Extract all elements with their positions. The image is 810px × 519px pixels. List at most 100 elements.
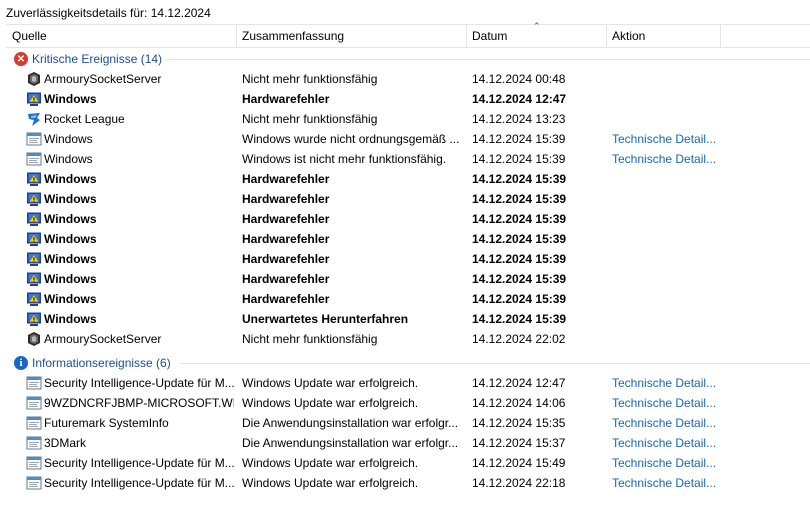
row-date: 14.12.2024 15:49	[472, 456, 566, 470]
table-row[interactable]: Windows Hardwarefehler 14.12.2024 15:39	[0, 169, 810, 189]
column-header-summary[interactable]: Zusammenfassung	[236, 25, 466, 47]
row-source: Rocket League	[44, 112, 125, 126]
row-source: Windows	[44, 272, 97, 286]
windows-warning-monitor-icon	[26, 251, 42, 267]
windows-warning-monitor-icon	[26, 231, 42, 247]
row-source: Windows	[44, 152, 93, 166]
table-row[interactable]: 9WZDNCRFJBMP-MICROSOFT.WI... Windows Upda…	[0, 393, 810, 413]
row-source: Windows	[44, 232, 97, 246]
window-app-icon	[26, 475, 42, 491]
table-row[interactable]: Windows Hardwarefehler 14.12.2024 15:39	[0, 189, 810, 209]
windows-warning-monitor-icon	[26, 191, 42, 207]
table-row[interactable]: 3DMark Die Anwendungsinstallation war erf…	[0, 433, 810, 453]
column-header-source[interactable]: Quelle	[6, 25, 236, 47]
row-source: Windows	[44, 172, 97, 186]
table-row[interactable]: ArmourySocketServer Nicht mehr funktionsf…	[0, 69, 810, 89]
row-source: Windows	[44, 212, 97, 226]
table-row[interactable]: Windows Windows wurde nicht ordnungsgemäß…	[0, 129, 810, 149]
table-row[interactable]: Windows Hardwarefehler 14.12.2024 15:39	[0, 249, 810, 269]
technical-details-link[interactable]: Technische Detail...	[612, 393, 722, 413]
table-row[interactable]: Windows Hardwarefehler 14.12.2024 15:39	[0, 289, 810, 309]
windows-warning-monitor-icon	[26, 91, 42, 107]
row-date: 14.12.2024 15:37	[472, 436, 566, 450]
row-summary: Windows Update war erfolgreich.	[242, 376, 419, 390]
table-row[interactable]: Windows Hardwarefehler 14.12.2024 12:47	[0, 89, 810, 109]
table-row[interactable]: Security Intelligence-Update für M... Win…	[0, 453, 810, 473]
row-summary: Windows Update war erfolgreich.	[242, 396, 419, 410]
row-summary: Hardwarefehler	[242, 192, 330, 206]
group-divider	[180, 363, 810, 364]
row-summary: Hardwarefehler	[242, 232, 330, 246]
table-row[interactable]: Windows Hardwarefehler 14.12.2024 15:39	[0, 209, 810, 229]
table-row[interactable]: Futuremark SystemInfo Die Anwendungsinsta…	[0, 413, 810, 433]
row-source: 9WZDNCRFJBMP-MICROSOFT.WI...	[44, 396, 234, 410]
row-date: 14.12.2024 00:48	[472, 72, 566, 86]
row-source: 3DMark	[44, 436, 87, 450]
table-row[interactable]: Windows Hardwarefehler 14.12.2024 15:39	[0, 229, 810, 249]
row-date: 14.12.2024 15:39	[472, 292, 567, 306]
row-summary: Nicht mehr funktionsfähig	[242, 112, 378, 126]
rocket-league-icon	[26, 111, 42, 127]
table-row[interactable]: Rocket League Nicht mehr funktionsfähig 14…	[0, 109, 810, 129]
row-summary: Windows wurde nicht ordnungsgemäß ...	[242, 132, 460, 146]
row-date: 14.12.2024 15:35	[472, 416, 566, 430]
group-header-critical[interactable]: ✕ Kritische Ereignisse (14)	[14, 49, 162, 69]
column-header-action[interactable]: Aktion	[606, 25, 720, 47]
row-source: Windows	[44, 292, 97, 306]
table-row[interactable]: ArmourySocketServer Nicht mehr funktionsf…	[0, 329, 810, 349]
row-summary: Windows Update war erfolgreich.	[242, 476, 419, 490]
table-row[interactable]: Windows Hardwarefehler 14.12.2024 15:39	[0, 269, 810, 289]
sort-ascending-icon: ⌃	[533, 21, 541, 31]
row-date: 14.12.2024 22:18	[472, 476, 566, 490]
row-summary: Nicht mehr funktionsfähig	[242, 332, 378, 346]
window-app-icon	[26, 415, 42, 431]
window-app-icon	[26, 151, 42, 167]
error-x-icon: ✕	[14, 52, 28, 66]
row-date: 14.12.2024 15:39	[472, 212, 567, 226]
row-summary: Hardwarefehler	[242, 292, 330, 306]
row-source: Futuremark SystemInfo	[44, 416, 169, 430]
row-date: 14.12.2024 15:39	[472, 312, 567, 326]
armoury-app-icon	[26, 71, 42, 87]
row-source: Security Intelligence-Update für M...	[44, 476, 234, 490]
row-source: Windows	[44, 252, 97, 266]
table-header: Quelle Zusammenfassung Datum Aktion	[6, 24, 810, 48]
window-app-icon	[26, 375, 42, 391]
group-divider	[165, 59, 810, 60]
row-source: Windows	[44, 92, 97, 106]
technical-details-link[interactable]: Technische Detail...	[612, 453, 722, 473]
technical-details-link[interactable]: Technische Detail...	[612, 149, 722, 169]
row-date: 14.12.2024 22:02	[472, 332, 566, 346]
row-date: 14.12.2024 15:39	[472, 252, 567, 266]
row-summary: Windows ist nicht mehr funktionsfähig.	[242, 152, 447, 166]
windows-warning-monitor-icon	[26, 271, 42, 287]
window-app-icon	[26, 455, 42, 471]
technical-details-link[interactable]: Technische Detail...	[612, 129, 722, 149]
info-icon: i	[14, 356, 28, 370]
technical-details-link[interactable]: Technische Detail...	[612, 373, 722, 393]
window-app-icon	[26, 131, 42, 147]
table-row[interactable]: Security Intelligence-Update für M... Win…	[0, 373, 810, 393]
row-summary: Hardwarefehler	[242, 172, 330, 186]
page-title: Zuverlässigkeitsdetails für: 14.12.2024	[6, 6, 211, 20]
row-date: 14.12.2024 15:39	[472, 152, 566, 166]
table-row[interactable]: Security Intelligence-Update für M... Win…	[0, 473, 810, 493]
technical-details-link[interactable]: Technische Detail...	[612, 413, 722, 433]
row-source: ArmourySocketServer	[44, 72, 162, 86]
technical-details-link[interactable]: Technische Detail...	[612, 433, 722, 453]
row-source: Windows	[44, 192, 97, 206]
row-summary: Hardwarefehler	[242, 212, 330, 226]
row-source: Windows	[44, 312, 97, 326]
group-header-info[interactable]: i Informationsereignisse (6)	[14, 353, 171, 373]
column-divider[interactable]	[720, 25, 721, 47]
row-date: 14.12.2024 15:39	[472, 272, 567, 286]
table-row[interactable]: Windows Unerwartetes Herunterfahren 14.12.…	[0, 309, 810, 329]
group-label: Kritische Ereignisse (14)	[32, 52, 163, 66]
row-date: 14.12.2024 13:23	[472, 112, 566, 126]
row-date: 14.12.2024 14:06	[472, 396, 566, 410]
row-summary: Hardwarefehler	[242, 272, 330, 286]
table-row[interactable]: Windows Windows ist nicht mehr funktionsf…	[0, 149, 810, 169]
technical-details-link[interactable]: Technische Detail...	[612, 473, 722, 493]
row-date: 14.12.2024 12:47	[472, 376, 566, 390]
window-app-icon	[26, 395, 42, 411]
